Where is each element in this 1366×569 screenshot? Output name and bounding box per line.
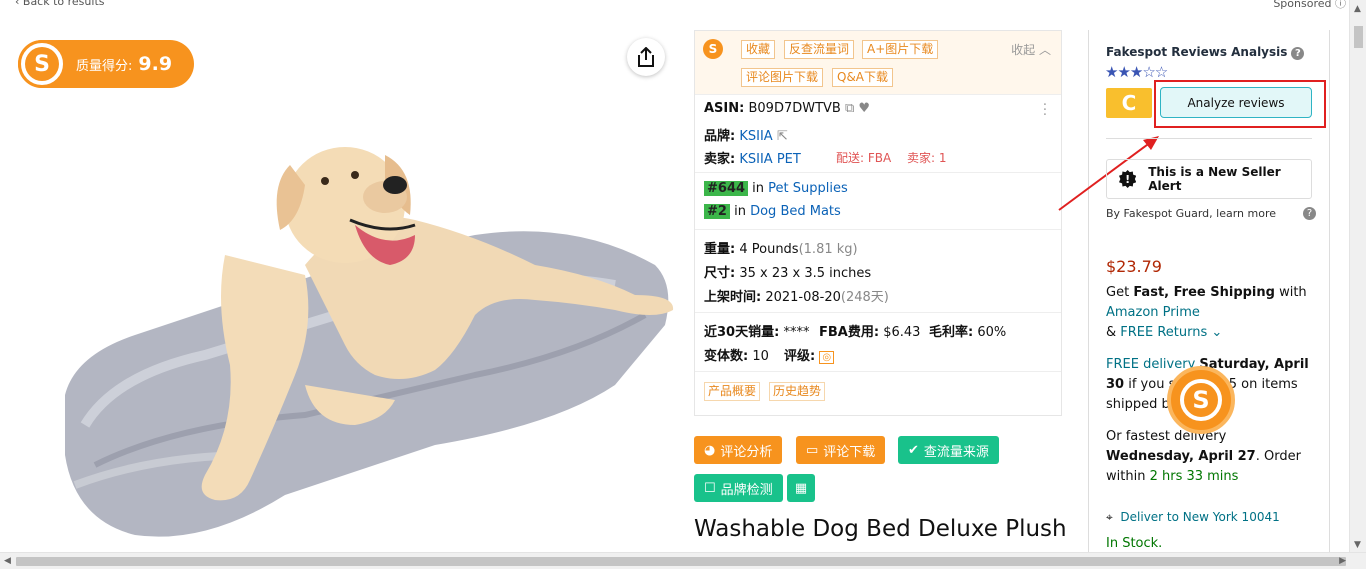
fastest-delivery-info: Or fastest delivery Wednesday, April 27.… [1106,429,1301,484]
fakespot-guard-link[interactable]: By Fakespot Guard, learn more [1106,207,1276,220]
fulfillment-info: 配送: FBA [836,151,892,165]
category-link[interactable]: Pet Supplies [768,181,848,196]
horizontal-scroll-thumb[interactable] [16,557,1346,566]
stock-status: In Stock. [1106,536,1163,551]
external-link-icon[interactable]: ⇱ [777,129,788,144]
share-button[interactable] [627,38,665,76]
tag-aplus-image-download[interactable]: A+图片下载 [862,40,939,59]
brand-link[interactable]: KSIIA [739,129,772,144]
analyze-reviews-button[interactable]: Analyze reviews [1160,87,1312,118]
scroll-up-icon[interactable]: ▲ [1354,4,1361,14]
asin-value: B09D7DWTVB [748,101,841,116]
sellersprite-panel: S 收藏 反查流量词 A+图片下载 评论图片下载 Q&A下载 收起 ︿ · · · … [694,30,1062,416]
sellersprite-logo-icon: S [18,40,66,88]
review-analysis-button[interactable]: ◕ 评论分析 [694,436,783,464]
new-seller-alert[interactable]: ! This is a New Seller Alert [1106,159,1312,199]
fakespot-star-rating: ★★★☆☆ [1105,63,1168,81]
price: $23.79 [1106,257,1162,276]
fakespot-title: Fakespot Reviews Analysis? [1106,45,1305,60]
back-to-results-link[interactable]: ‹ Back to results [15,0,105,8]
panel-header: S 收藏 反查流量词 A+图片下载 评论图片下载 Q&A下载 收起 ︿ [695,31,1061,95]
product-title: Washable Dog Bed Deluxe Plush [694,516,1067,542]
asin-row: ASIN: B09D7DWTVB ⧉ ♥ [704,101,871,116]
heart-icon[interactable]: ♥ [858,101,870,116]
product-image[interactable] [55,125,680,555]
more-menu-icon[interactable]: · · · [1043,99,1047,122]
copy-icon[interactable]: ⧉ [845,101,854,116]
brand-check-button[interactable]: ☐ 品牌检测 [694,474,783,502]
scroll-left-icon[interactable]: ◀ [4,556,11,566]
seller-count-info: 卖家: 1 [907,151,947,165]
sellersprite-logo-icon: S [703,39,723,59]
checkbox-icon: ☐ [704,480,716,496]
review-download-button[interactable]: ▭ 评论下载 [796,436,886,464]
amazon-prime-link[interactable]: Amazon Prime [1106,305,1200,320]
sellersprite-logo-icon: S [1180,379,1222,421]
rating-icon[interactable]: ◎ [819,351,835,364]
free-returns-link[interactable]: FREE Returns ⌄ [1120,325,1222,340]
calculator-button[interactable]: ▦ [787,474,815,502]
sellersprite-floating-button[interactable]: S [1167,366,1235,434]
help-icon[interactable]: ? [1303,207,1316,220]
listed-date-row: 上架时间: 2021-08-20(248天) [704,290,889,305]
check-circle-icon: ✔ [908,442,919,458]
collapse-button[interactable]: 收起 ︿ [1011,41,1051,58]
seller-link[interactable]: KSIIA PET [739,152,800,167]
traffic-source-button[interactable]: ✔ 查流量来源 [898,436,999,464]
alert-badge-icon: ! [1119,170,1137,188]
quality-score-badge: S 质量得分: 9.9 [18,40,194,88]
sponsored-label: Sponsored ⓘ [1273,0,1346,11]
vertical-scrollbar[interactable]: ▲ ▼ [1349,0,1366,552]
chevron-down-icon: ⌄ [1211,325,1223,340]
scroll-right-icon[interactable]: ▶ [1339,556,1346,566]
tag-reverse-keywords[interactable]: 反查流量词 [784,40,855,59]
product-summary-tab[interactable]: 产品概要 [704,382,761,401]
comment-icon: ▭ [806,442,819,458]
history-trend-tab[interactable]: 历史趋势 [769,382,826,401]
fakespot-grade-badge: C [1106,88,1152,118]
horizontal-scrollbar[interactable]: ◀ ▶ [0,552,1366,569]
quality-score-label: 质量得分: [76,58,133,74]
tag-favorite[interactable]: 收藏 [741,40,776,59]
free-delivery-link[interactable]: FREE delivery [1106,357,1195,372]
calculator-icon: ▦ [794,480,808,496]
tag-review-image-download[interactable]: 评论图片下载 [741,68,824,87]
scroll-down-icon[interactable]: ▼ [1354,540,1361,550]
sales-row: 近30天销量: **** [704,325,810,340]
rank-row-1: #644 in Pet Supplies [704,181,848,196]
variants-row: 变体数: 10 [704,349,769,364]
size-row: 尺寸: 35 x 23 x 3.5 inches [704,266,872,281]
rank-row-2: #2 in Dog Bed Mats [704,204,841,219]
shipping-info: Get Fast, Free Shipping with Amazon Prim… [1106,285,1307,340]
vertical-scroll-thumb[interactable] [1354,26,1363,48]
brand-row: 品牌: KSIIA ⇱ [704,129,788,144]
pie-chart-icon: ◕ [704,442,716,458]
location-pin-icon: ⌖ [1106,510,1113,524]
fba-fee: FBA费用: $6.43 [819,325,921,340]
share-icon [638,47,654,67]
category-link[interactable]: Dog Bed Mats [750,204,841,219]
weight-row: 重量: 4 Pounds(1.81 kg) [704,242,858,257]
rating-row: 评级: ◎ [784,345,835,364]
help-icon[interactable]: ? [1291,47,1305,60]
info-icon[interactable]: ⓘ [1335,0,1346,10]
seller-row: 卖家: KSIIA PET [704,152,801,167]
quality-score-value: 9.9 [138,53,173,75]
margin: 毛利率: 60% [929,325,1007,340]
tag-qa-download[interactable]: Q&A下载 [832,68,894,87]
deliver-to-link[interactable]: ⌖ Deliver to New York 10041 [1106,507,1316,527]
